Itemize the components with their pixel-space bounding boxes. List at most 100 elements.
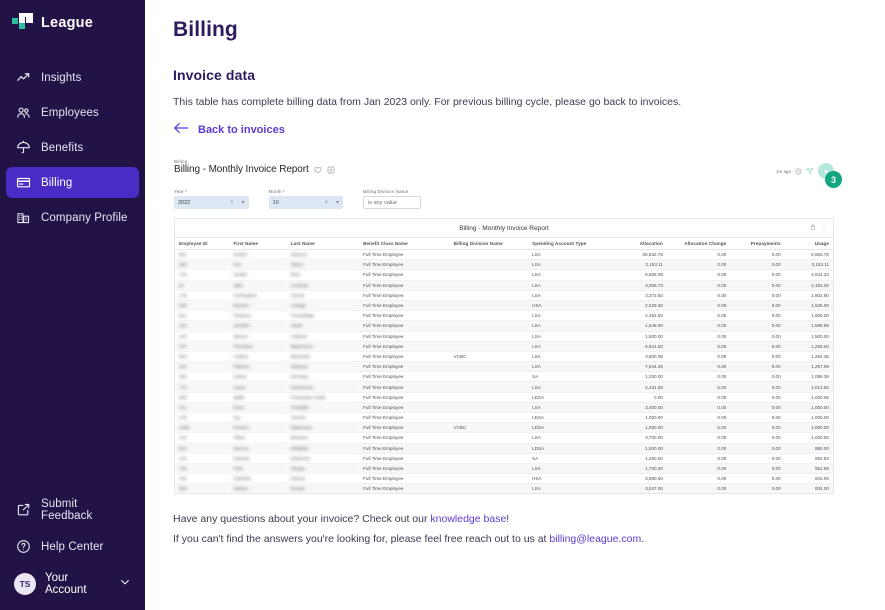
billing-email-link[interactable]: billing@league.com bbox=[549, 533, 641, 545]
footer-contact-suffix: . bbox=[641, 533, 644, 545]
brand-logo[interactable]: League bbox=[0, 0, 145, 34]
table-cell: 0.00 bbox=[667, 351, 730, 361]
table-cell: 2,431.50 bbox=[607, 382, 667, 392]
table-cell: Steven bbox=[229, 331, 286, 341]
table-cell: Rios bbox=[287, 270, 359, 280]
footer-question-text: Have any questions about your invoice? C… bbox=[173, 513, 430, 525]
table-cell: 965 bbox=[175, 484, 229, 494]
table-column-header[interactable]: Spending Account Type bbox=[528, 238, 606, 250]
sidebar-item-employees[interactable]: Employees bbox=[6, 97, 139, 128]
table-cell: HSA bbox=[528, 300, 606, 310]
table-cell: 0.00 bbox=[667, 402, 730, 412]
table-cell: 0.00 bbox=[730, 260, 784, 270]
chevron-down-icon[interactable]: ▾ bbox=[336, 199, 339, 206]
table-cell: 0.00 bbox=[730, 372, 784, 382]
clear-icon[interactable]: × bbox=[325, 200, 329, 206]
table-cell: Delacroix bbox=[287, 453, 359, 463]
filter-month-control[interactable]: 10 × ▾ bbox=[269, 196, 344, 209]
table-column-header[interactable]: Usage bbox=[785, 238, 833, 250]
kebab-menu-icon[interactable] bbox=[821, 224, 827, 232]
sidebar-item-insights[interactable]: Insights bbox=[6, 62, 139, 93]
table-cell: 1,635.00 bbox=[785, 300, 833, 310]
table-cell: 1,260.00 bbox=[607, 453, 667, 463]
sidebar-item-label: Help Center bbox=[41, 541, 103, 553]
table-cell: 0.00 bbox=[730, 362, 784, 372]
table-cell: 132 bbox=[175, 433, 229, 443]
embedded-report: Billing Billing - Monthly Invoice Report… bbox=[173, 158, 835, 498]
table-cell: Andrea bbox=[229, 351, 286, 361]
table-column-header[interactable]: Billing Division Name bbox=[450, 238, 528, 250]
report-table-caption-text: Billing - Monthly Invoice Report bbox=[459, 225, 549, 232]
table-cell bbox=[450, 402, 528, 412]
table-cell: 6,583.76 bbox=[785, 250, 833, 260]
account-label: Your Account bbox=[45, 572, 108, 596]
table-cell: LSA bbox=[528, 351, 606, 361]
table-cell: Terrance bbox=[229, 311, 286, 321]
table-cell: 943.00 bbox=[785, 474, 833, 484]
table-cell: 6,941.50 bbox=[607, 341, 667, 351]
table-cell bbox=[450, 280, 528, 290]
table-column-header[interactable]: Allocation Change bbox=[667, 238, 730, 250]
filter-icon[interactable] bbox=[806, 167, 814, 175]
table-row: 851KristenSpencerFull Time EmployeeLSA26… bbox=[175, 250, 833, 260]
page-title: Billing bbox=[173, 18, 863, 42]
table-cell: 604 bbox=[175, 351, 229, 361]
filter-billing-division-name: Billing Division Name is any value bbox=[363, 189, 421, 209]
table-row: 178ChristopherGarciaFull Time EmployeeLS… bbox=[175, 290, 833, 300]
table-column-header[interactable]: Employee ID bbox=[175, 238, 229, 250]
table-cell: 2,641.23 bbox=[785, 270, 833, 280]
table-row: 411DanaKowalskiFull Time EmployeeLSA3,40… bbox=[175, 402, 833, 412]
sidebar-item-billing[interactable]: Billing bbox=[6, 167, 139, 198]
table-cell: 0.00 bbox=[667, 433, 730, 443]
sidebar-item-submit-feedback[interactable]: Submit Feedback bbox=[6, 494, 139, 525]
table-column-header[interactable]: Prepayments bbox=[730, 238, 784, 250]
table-cell: Vasquez bbox=[287, 362, 359, 372]
table-cell: Tatum bbox=[287, 260, 359, 270]
table-row: 770LauraPembertonFull Time EmployeeLSA2,… bbox=[175, 382, 833, 392]
filter-year-control[interactable]: 2022 × ▾ bbox=[174, 196, 249, 209]
sidebar-item-help-center[interactable]: Help Center bbox=[6, 531, 139, 562]
back-to-invoices-link[interactable]: Back to invoices bbox=[173, 121, 285, 138]
table-cell: 962.83 bbox=[785, 453, 833, 463]
table-cell: 0.00 bbox=[730, 453, 784, 463]
table-cell: 1,902.60 bbox=[785, 290, 833, 300]
app-root: League Insights Em bbox=[0, 0, 885, 610]
heart-icon[interactable] bbox=[314, 166, 322, 174]
table-row: 821TerrancePoundridgeFull Time EmployeeL… bbox=[175, 311, 833, 321]
table-cell: Kristen bbox=[229, 250, 286, 260]
table-row: 275JoyTrevinoFull Time EmployeeLDSA1,000… bbox=[175, 413, 833, 423]
sidebar-item-benefits[interactable]: Benefits bbox=[6, 132, 139, 163]
table-cell: 1,000.00 bbox=[785, 402, 833, 412]
table-row: 102GabrielaSantosFull Time EmployeeHSA3,… bbox=[175, 474, 833, 484]
sidebar-item-label: Submit Feedback bbox=[41, 498, 129, 522]
table-cell bbox=[450, 341, 528, 351]
table-column-header[interactable]: Last Name bbox=[287, 238, 359, 250]
table-cell: LSA bbox=[528, 270, 606, 280]
table-column-header[interactable]: First Name bbox=[229, 238, 286, 250]
table-cell: SA bbox=[528, 453, 606, 463]
lock-icon[interactable] bbox=[810, 224, 816, 232]
table-cell bbox=[450, 260, 528, 270]
table-row: 965NathanBrooksFull Time EmployeeLSA3,04… bbox=[175, 484, 833, 494]
table-cell: Full Time Employee bbox=[359, 463, 450, 473]
table-cell: Full Time Employee bbox=[359, 331, 450, 341]
sidebar-item-company-profile[interactable]: Company Profile bbox=[6, 202, 139, 233]
chevron-down-icon[interactable]: ▾ bbox=[242, 199, 245, 206]
knowledge-base-link[interactable]: knowledge base bbox=[430, 513, 506, 525]
table-cell bbox=[450, 484, 528, 494]
filter-label: Month * bbox=[269, 189, 344, 194]
table-cell: 219 bbox=[175, 453, 229, 463]
add-to-dashboard-icon[interactable] bbox=[327, 166, 335, 174]
table-cell: 0.00 bbox=[667, 423, 730, 433]
table-column-header[interactable]: Allocation bbox=[607, 238, 667, 250]
table-cell bbox=[450, 463, 528, 473]
table-cell: LSA bbox=[528, 250, 606, 260]
table-column-header[interactable]: Benefit Class Name bbox=[359, 238, 450, 250]
avatar: TS bbox=[14, 573, 36, 595]
filter-division-control[interactable]: is any value bbox=[363, 196, 421, 209]
account-menu[interactable]: TS Your Account bbox=[6, 568, 139, 596]
clear-icon[interactable]: × bbox=[230, 200, 234, 206]
table-cell: 3,153.11 bbox=[607, 260, 667, 270]
table-cell: Kim bbox=[229, 260, 286, 270]
trend-up-icon bbox=[16, 70, 31, 85]
